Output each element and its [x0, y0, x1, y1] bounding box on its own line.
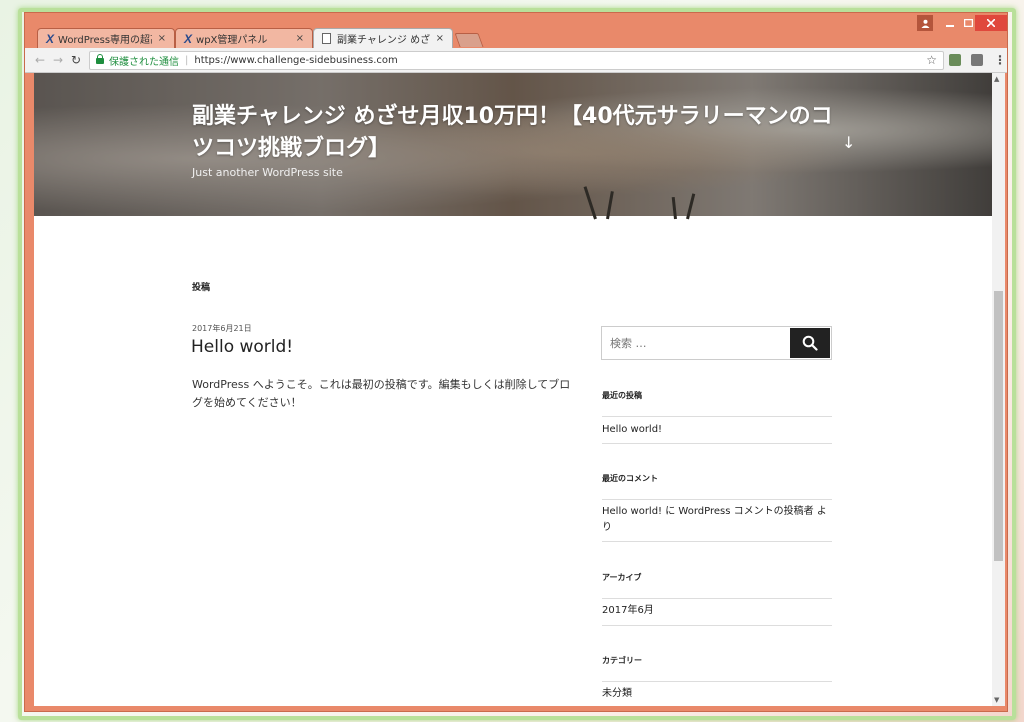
divider — [602, 681, 832, 682]
divider — [602, 541, 832, 542]
recent-posts-title: 最近の投稿 — [602, 391, 642, 400]
browser-window: X WordPress専用の超高速 × X wpX管理パネル × 副業チャレンジ… — [24, 12, 1008, 712]
scroll-up-icon[interactable]: ▲ — [994, 75, 999, 83]
x-logo-icon: X — [184, 31, 193, 46]
lock-icon — [96, 54, 104, 64]
site-header: 副業チャレンジ めざせ月収10万円！【40代元サラリーマンのコツコツ挑戦ブログ】… — [34, 73, 992, 220]
url-separator: | — [185, 54, 189, 66]
forward-icon[interactable]: → — [49, 53, 67, 67]
user-icon[interactable] — [917, 15, 933, 31]
tab-label: wpX管理パネル — [196, 35, 268, 46]
tab-label: 副業チャレンジ めざせ月収1 — [337, 35, 430, 46]
search-input[interactable] — [602, 336, 790, 350]
site-title[interactable]: 副業チャレンジ めざせ月収10万円！【40代元サラリーマンのコツコツ挑戦ブログ】 — [192, 101, 842, 165]
search-icon — [802, 335, 818, 351]
categories-title: カテゴリー — [602, 656, 642, 665]
post-body: WordPress へようこそ。これは最初の投稿です。編集もしくは削除してブログ… — [192, 378, 571, 409]
plant-leaf — [583, 186, 597, 220]
recent-comments-title: 最近のコメント — [602, 474, 658, 483]
category-link[interactable]: 未分類 — [602, 686, 830, 702]
divider — [602, 443, 832, 444]
divider — [602, 625, 832, 626]
menu-icon[interactable]: ⋮ — [994, 53, 1006, 67]
plant-leaf — [606, 191, 614, 220]
window-close-icon[interactable] — [975, 15, 1007, 31]
scrollbar-thumb[interactable] — [994, 291, 1003, 561]
plant-leaf — [671, 196, 677, 220]
post-date[interactable]: 2017年6月21日 — [192, 323, 252, 334]
document-icon — [322, 33, 331, 44]
post-title[interactable]: Hello world! — [191, 337, 293, 357]
new-tab-button[interactable] — [454, 33, 484, 47]
page-viewport: 副業チャレンジ めざせ月収10万円！【40代元サラリーマンのコツコツ挑戦ブログ】… — [34, 73, 992, 706]
tab-wordpress[interactable]: X WordPress専用の超高速 × — [37, 28, 175, 48]
tab-strip: X WordPress専用の超高速 × X wpX管理パネル × 副業チャレンジ… — [25, 13, 1007, 48]
close-icon[interactable]: × — [436, 33, 444, 44]
archive-link[interactable]: 2017年6月 — [602, 603, 830, 619]
tab-site[interactable]: 副業チャレンジ めざせ月収1 × — [313, 28, 453, 48]
address-bar[interactable]: 保護された通信 | https://www.challenge-sidebusi… — [89, 50, 944, 70]
extension-image-icon[interactable] — [949, 54, 961, 66]
site-description: Just another WordPress site — [192, 166, 343, 179]
recent-post-link[interactable]: Hello world! — [602, 422, 830, 438]
search-form — [601, 326, 832, 360]
bookmark-star-icon[interactable]: ☆ — [926, 53, 937, 67]
close-icon[interactable]: × — [296, 33, 304, 44]
arrow-down-icon[interactable]: ↓ — [842, 133, 855, 152]
reload-icon[interactable]: ↻ — [67, 53, 85, 67]
extension-icon[interactable] — [971, 54, 983, 66]
x-logo-icon: X — [46, 31, 55, 46]
address-toolbar: ← → ↻ 保護された通信 | https://www.challenge-si… — [25, 48, 1007, 73]
tab-wpx-panel[interactable]: X wpX管理パネル × — [175, 28, 313, 48]
vertical-scrollbar[interactable]: ▲ ▼ — [992, 73, 1005, 706]
url-text: https://www.challenge-sidebusiness.com — [194, 54, 398, 66]
recent-comment-link[interactable]: Hello world! に WordPress コメントの投稿者 より — [602, 504, 830, 536]
scroll-down-icon[interactable]: ▼ — [994, 696, 999, 704]
close-icon[interactable]: × — [158, 33, 166, 44]
archives-title: アーカイブ — [602, 573, 642, 582]
divider — [602, 416, 832, 417]
back-icon[interactable]: ← — [31, 53, 49, 67]
divider — [602, 499, 832, 500]
search-button[interactable] — [790, 328, 830, 358]
secure-label: 保護された通信 — [109, 56, 179, 68]
plant-leaf — [686, 193, 696, 220]
tab-label: WordPress専用の超高速 — [58, 35, 152, 46]
page-heading: 投稿 — [192, 283, 211, 293]
divider — [602, 598, 832, 599]
